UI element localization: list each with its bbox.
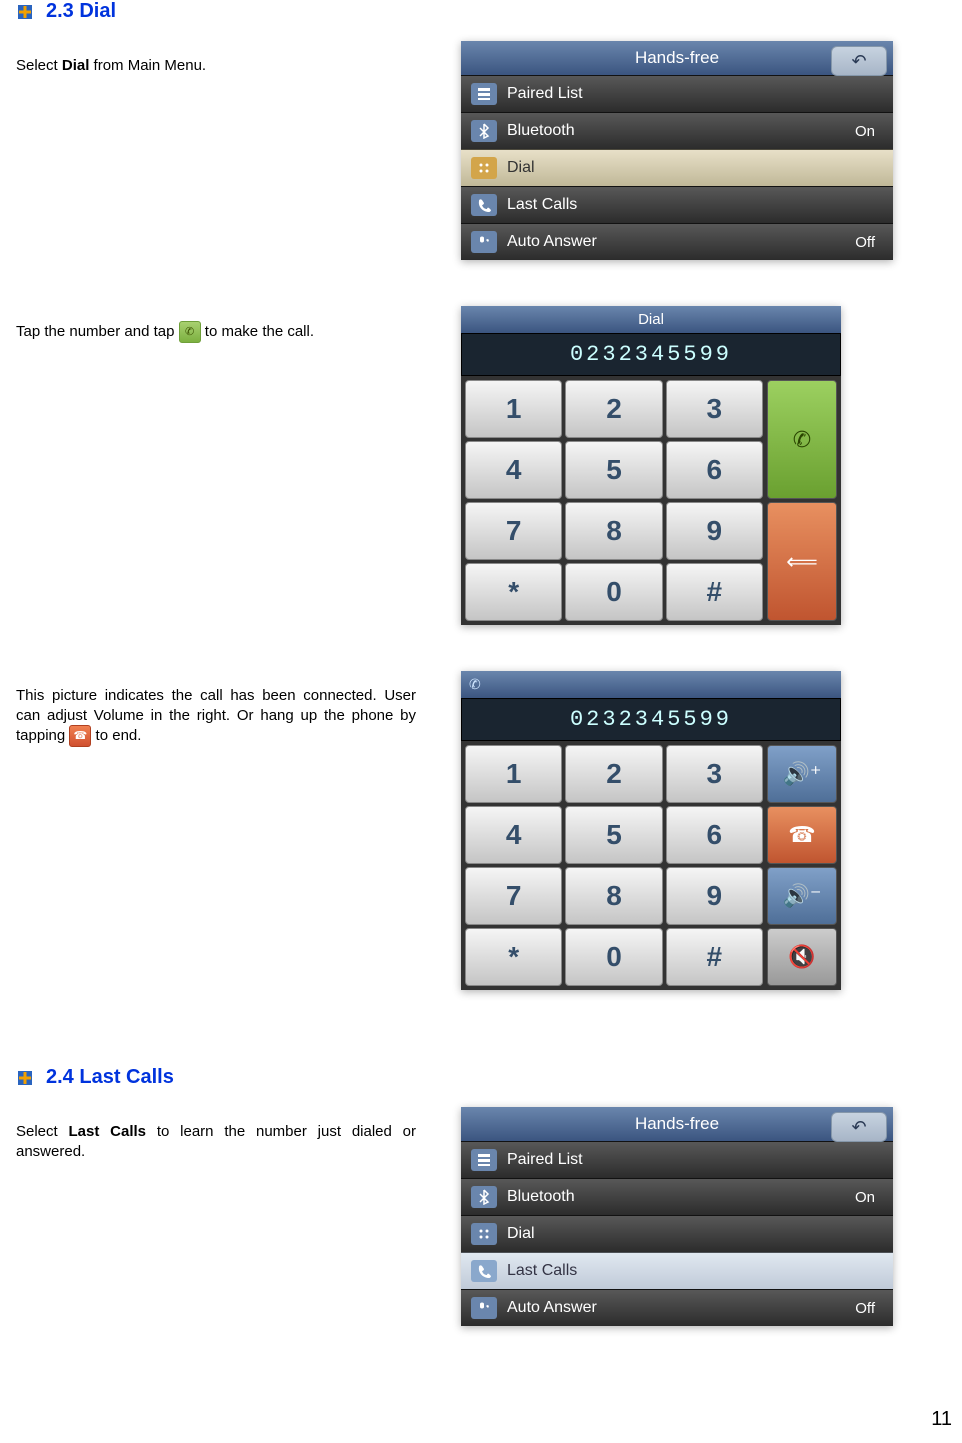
dial-display: 0232345599	[461, 333, 841, 376]
menu-item-auto-answer[interactable]: Auto Answer Off	[461, 223, 893, 260]
menu-item-last-calls[interactable]: Last Calls	[461, 186, 893, 223]
key-3[interactable]: 3	[666, 380, 763, 438]
section-title-dial: 2.3 Dial	[46, 0, 116, 23]
key-9[interactable]: 9	[666, 502, 763, 560]
key-1[interactable]: 1	[465, 380, 562, 438]
key-6[interactable]: 6	[666, 441, 763, 499]
mute-button[interactable]: 🔇	[767, 928, 837, 986]
menu2-item-paired-list[interactable]: Paired List	[461, 1141, 893, 1178]
c-key-3[interactable]: 3	[666, 745, 763, 803]
key-7[interactable]: 7	[465, 502, 562, 560]
bluetooth-icon	[471, 120, 497, 142]
hang-up-button[interactable]: ☎	[767, 806, 837, 864]
auto-answer-icon	[471, 1297, 497, 1319]
hang-up-icon: ☎	[69, 725, 91, 747]
list-icon	[471, 1149, 497, 1171]
menu-item-bluetooth[interactable]: Bluetooth On	[461, 112, 893, 149]
menu2-item-bluetooth[interactable]: Bluetooth On	[461, 1178, 893, 1215]
key-star[interactable]: *	[465, 563, 562, 621]
connected-display: 0232345599	[461, 698, 841, 741]
paragraph-last-calls: Select Last Calls to learn the number ju…	[16, 1122, 416, 1161]
c-key-7[interactable]: 7	[465, 867, 562, 925]
page-number: 11	[931, 1408, 952, 1431]
key-hash[interactable]: #	[666, 563, 763, 621]
auto-answer-icon	[471, 231, 497, 253]
menu2-item-auto-answer[interactable]: Auto Answer Off	[461, 1289, 893, 1326]
c-key-1[interactable]: 1	[465, 745, 562, 803]
last-calls-icon	[471, 194, 497, 216]
screenshot-connected-call: ✆ x 0232345599 1 2 3 4 5 6 7 8 9	[461, 671, 841, 990]
c-key-2[interactable]: 2	[565, 745, 662, 803]
c-key-6[interactable]: 6	[666, 806, 763, 864]
key-2[interactable]: 2	[565, 380, 662, 438]
c-key-0[interactable]: 0	[565, 928, 662, 986]
call-button[interactable]: ✆	[767, 380, 837, 499]
c-key-8[interactable]: 8	[565, 867, 662, 925]
list-icon	[471, 83, 497, 105]
menu-title: Hands-free	[635, 48, 719, 67]
screenshot-menu-dial: Hands-free ↶ Paired List Bluetooth On Di…	[461, 41, 893, 260]
in-call-icon: ✆	[469, 676, 481, 693]
section-title-last-calls: 2.4 Last Calls	[46, 1066, 174, 1089]
menu-item-paired-list[interactable]: Paired List	[461, 75, 893, 112]
section-bullet-icon	[16, 3, 34, 21]
c-key-5[interactable]: 5	[565, 806, 662, 864]
paragraph-connected: This picture indicates the call has been…	[16, 686, 416, 747]
menu-item-dial-selected[interactable]: Dial	[461, 149, 893, 186]
screenshot-menu-last-calls: Hands-free ↶ Paired List Bluetooth On Di…	[461, 1107, 893, 1326]
back-button[interactable]: ↶	[831, 1112, 887, 1142]
section-bullet-icon	[16, 1069, 34, 1087]
c-key-9[interactable]: 9	[666, 867, 763, 925]
key-8[interactable]: 8	[565, 502, 662, 560]
key-5[interactable]: 5	[565, 441, 662, 499]
c-key-star[interactable]: *	[465, 928, 562, 986]
screenshot-dial-pad: Dial 0232345599 1 2 3 4 5 6 7 8 9 * 0	[461, 306, 841, 625]
last-calls-icon	[471, 1260, 497, 1282]
paragraph-select-dial: Select Dial from Main Menu.	[16, 56, 416, 76]
menu2-item-last-calls-selected[interactable]: Last Calls	[461, 1252, 893, 1289]
c-key-4[interactable]: 4	[465, 806, 562, 864]
menu2-item-dial[interactable]: Dial	[461, 1215, 893, 1252]
key-4[interactable]: 4	[465, 441, 562, 499]
dial-icon	[471, 157, 497, 179]
bluetooth-icon	[471, 1186, 497, 1208]
dial-icon	[471, 1223, 497, 1245]
c-key-hash[interactable]: #	[666, 928, 763, 986]
paragraph-tap-number: Tap the number and tap ✆ to make the cal…	[16, 321, 416, 343]
menu2-title: Hands-free	[635, 1114, 719, 1133]
backspace-button[interactable]: ⟸	[767, 502, 837, 621]
call-icon: ✆	[179, 321, 201, 343]
back-button[interactable]: ↶	[831, 46, 887, 76]
volume-down-button[interactable]: 🔊⁻	[767, 867, 837, 925]
key-0[interactable]: 0	[565, 563, 662, 621]
volume-up-button[interactable]: 🔊⁺	[767, 745, 837, 803]
dial-title: Dial	[638, 311, 664, 328]
